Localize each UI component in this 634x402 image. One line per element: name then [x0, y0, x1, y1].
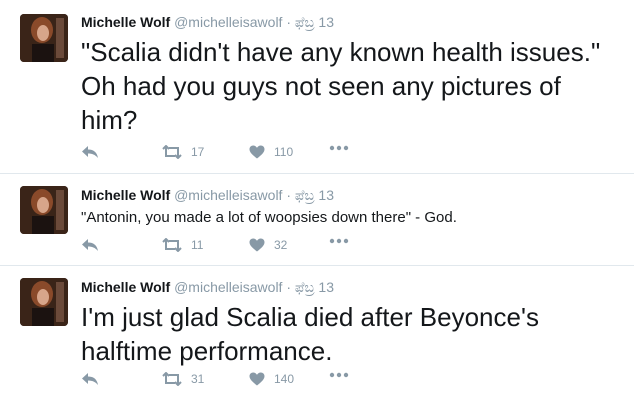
- tweet-date[interactable]: ಫೆಬ್ರ 13: [295, 279, 334, 295]
- reply-button[interactable]: [81, 372, 99, 386]
- tweet[interactable]: Michelle Wolf @michelleisawolf · ಫೆಬ್ರ 1…: [0, 0, 634, 174]
- separator: ·: [286, 187, 292, 203]
- heart-icon: [249, 238, 265, 252]
- author-name[interactable]: Michelle Wolf: [81, 14, 170, 30]
- retweet-button[interactable]: 31: [162, 372, 204, 386]
- reply-icon: [82, 146, 98, 158]
- heart-icon: [249, 372, 265, 386]
- more-dots-icon: [329, 145, 349, 151]
- author-handle[interactable]: @michelleisawolf: [174, 187, 282, 203]
- retweet-icon: [162, 238, 182, 252]
- retweet-count: 17: [191, 145, 205, 159]
- avatar-image: [20, 14, 68, 62]
- retweet-icon: [162, 145, 182, 159]
- tweet-date[interactable]: ಫೆಬ್ರ 13: [295, 14, 334, 30]
- like-button[interactable]: 110: [249, 145, 293, 159]
- tweet-actions: 17 110: [81, 145, 381, 165]
- separator: ·: [286, 14, 292, 30]
- tweet-header: Michelle Wolf @michelleisawolf · ಫೆಬ್ರ 1…: [81, 13, 622, 31]
- tweet-content: Michelle Wolf @michelleisawolf · ಫೆಬ್ರ 1…: [81, 0, 622, 137]
- reply-icon: [82, 373, 98, 385]
- like-count: 110: [274, 145, 294, 159]
- retweet-button[interactable]: 11: [162, 238, 203, 252]
- avatar-image: [20, 186, 68, 234]
- author-name[interactable]: Michelle Wolf: [81, 279, 170, 295]
- avatar[interactable]: [20, 278, 68, 326]
- more-button[interactable]: [329, 372, 349, 378]
- like-button[interactable]: 32: [249, 238, 287, 252]
- tweet-date[interactable]: ಫೆಬ್ರ 13: [295, 187, 334, 203]
- tweet-actions: 11 32: [81, 238, 381, 258]
- avatar[interactable]: [20, 186, 68, 234]
- like-count: 32: [274, 238, 288, 252]
- author-name[interactable]: Michelle Wolf: [81, 187, 170, 203]
- reply-button[interactable]: [81, 238, 99, 252]
- tweet-header: Michelle Wolf @michelleisawolf · ಫೆಬ್ರ 1…: [81, 186, 622, 204]
- tweet-text: "Scalia didn't have any known health iss…: [81, 37, 601, 135]
- more-button[interactable]: [329, 238, 349, 244]
- tweet-content: Michelle Wolf @michelleisawolf · ಫೆಬ್ರ 1…: [81, 174, 622, 228]
- retweet-icon: [162, 372, 182, 386]
- heart-icon: [249, 145, 265, 159]
- more-dots-icon: [329, 372, 349, 378]
- like-count: 140: [274, 372, 295, 386]
- tweet[interactable]: Michelle Wolf @michelleisawolf · ಫೆಬ್ರ 1…: [0, 266, 634, 402]
- avatar-image: [20, 278, 68, 326]
- avatar[interactable]: [20, 14, 68, 62]
- separator: ·: [286, 279, 292, 295]
- tweet-text: I'm just glad Scalia died after Beyonce'…: [81, 302, 539, 366]
- author-handle[interactable]: @michelleisawolf: [174, 14, 282, 30]
- tweet-feed: Michelle Wolf @michelleisawolf · ಫೆಬ್ರ 1…: [0, 0, 634, 402]
- tweet-text: "Antonin, you made a lot of woopsies dow…: [81, 209, 457, 226]
- tweet-header: Michelle Wolf @michelleisawolf · ಫೆಬ್ರ 1…: [81, 278, 622, 296]
- like-button[interactable]: 140: [249, 372, 294, 386]
- retweet-count: 31: [191, 372, 205, 386]
- tweet-actions: 31 140: [81, 372, 381, 392]
- reply-icon: [82, 239, 98, 251]
- author-handle[interactable]: @michelleisawolf: [174, 279, 282, 295]
- more-button[interactable]: [329, 145, 349, 151]
- tweet-content: Michelle Wolf @michelleisawolf · ಫೆಬ್ರ 1…: [81, 266, 622, 368]
- retweet-button[interactable]: 17: [162, 145, 204, 159]
- more-dots-icon: [329, 238, 349, 244]
- tweet[interactable]: Michelle Wolf @michelleisawolf · ಫೆಬ್ರ 1…: [0, 174, 634, 266]
- retweet-count: 11: [191, 238, 204, 252]
- reply-button[interactable]: [81, 145, 99, 159]
